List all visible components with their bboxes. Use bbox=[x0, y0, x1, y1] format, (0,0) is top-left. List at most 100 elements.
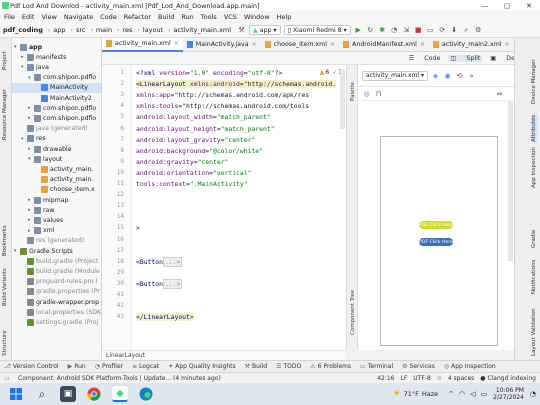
sync-icon[interactable]: ⟳ bbox=[438, 26, 447, 35]
editor-scrollbar[interactable] bbox=[340, 69, 345, 129]
code-line[interactable]: android:gravity="center" bbox=[136, 158, 228, 166]
menu-view[interactable]: View bbox=[41, 13, 56, 21]
windows-start-icon[interactable] bbox=[8, 386, 24, 402]
file-encoding[interactable]: UTF-8 bbox=[413, 375, 431, 382]
profile-icon[interactable]: ◔ bbox=[390, 26, 399, 35]
orientation-icon[interactable]: ⟲ bbox=[455, 71, 464, 80]
code-line[interactable]: <Button ...> bbox=[136, 256, 183, 267]
bottom-tool-todo[interactable]: ☰ TODO bbox=[276, 363, 301, 370]
tree-item[interactable]: ▸ raw bbox=[12, 205, 101, 215]
breadcrumb-project[interactable]: pdf_coding bbox=[3, 26, 43, 34]
chrome-icon[interactable] bbox=[86, 386, 102, 402]
more-icon[interactable]: » bbox=[467, 71, 476, 80]
line-ending[interactable]: LF bbox=[401, 375, 408, 382]
tree-item[interactable]: MainActivity2 bbox=[12, 93, 101, 103]
tree-item[interactable]: ▾ Gradle Scripts bbox=[12, 246, 101, 256]
code-line[interactable]: tools:context=".MainActivity" bbox=[136, 180, 248, 188]
menu-refactor[interactable]: Refactor bbox=[124, 13, 151, 21]
tree-item[interactable]: ▸ xml bbox=[12, 226, 101, 236]
editor-tab[interactable]: activity_main.xml × bbox=[102, 37, 183, 52]
breadcrumb-main[interactable]: main bbox=[96, 26, 112, 34]
close-tab-icon[interactable]: × bbox=[174, 40, 179, 47]
run-icon[interactable]: ▶ bbox=[354, 26, 363, 35]
bottom-tool-services[interactable]: ⚙ Services bbox=[402, 363, 435, 370]
clock[interactable]: 10:06 PM 2/27/2024 bbox=[493, 387, 524, 401]
bottom-tool-build[interactable]: ⚒ Build bbox=[245, 363, 267, 370]
code-line[interactable]: </LinearLayout> bbox=[136, 313, 194, 322]
status-message[interactable]: Component: Android SDK Platform-Tools | … bbox=[18, 375, 221, 382]
debug-icon[interactable]: ✱ bbox=[378, 26, 387, 35]
tree-item[interactable]: settings.gradle (Proj bbox=[12, 317, 101, 327]
blueprint-icon[interactable]: ◉ bbox=[443, 71, 452, 80]
code-editor[interactable]: 1 2 3 4 5 6 7 8 9 10 11 12 13 14 15 16 17 18 29 30 41 42 43 <?… bbox=[102, 65, 346, 350]
code-line[interactable]: android:layout_gravity="center" bbox=[136, 136, 255, 144]
code-line[interactable]: android:background="@color/white" bbox=[136, 147, 263, 155]
bottom-tool-terminal[interactable]: ▭ Terminal bbox=[360, 363, 393, 370]
tree-item[interactable]: ▸ drawable bbox=[12, 144, 101, 154]
android-studio-taskbar-icon[interactable]: ◆ bbox=[112, 386, 128, 402]
breadcrumb-file[interactable]: activity_main.xml bbox=[174, 26, 232, 34]
tree-item[interactable]: choose_item.x bbox=[12, 185, 101, 195]
close-tab-icon[interactable]: × bbox=[252, 41, 257, 48]
menu-vcs[interactable]: VCS bbox=[224, 13, 237, 21]
maximize-button[interactable]: ▢ bbox=[496, 2, 518, 10]
tree-item[interactable]: MainActivity bbox=[12, 82, 101, 93]
component-tree-tab[interactable]: Component Tree bbox=[350, 290, 356, 335]
app-inspection-tool-tab[interactable]: App Inspection bbox=[531, 147, 537, 188]
close-tab-icon[interactable]: × bbox=[420, 41, 425, 48]
build-variants-tool-tab[interactable]: Build Variants bbox=[2, 268, 8, 306]
tree-item[interactable]: proguard-rules.pro ( bbox=[12, 277, 101, 287]
weather-text[interactable]: Haze bbox=[422, 390, 438, 398]
tree-item[interactable]: activity_main. bbox=[12, 164, 101, 174]
breadcrumb-src[interactable]: src bbox=[76, 26, 86, 34]
device-select[interactable]: ▯ Xiaomi Redmi 8 ▾ bbox=[283, 25, 351, 35]
tree-item[interactable]: ▾ res bbox=[12, 134, 101, 144]
search-taskbar-icon[interactable]: ⌕ bbox=[34, 386, 50, 402]
sdk-manager-icon[interactable]: ⬇ bbox=[450, 26, 459, 35]
wifi-icon[interactable]: ◠ bbox=[459, 390, 465, 398]
layout-validation-tool-tab[interactable]: Layout Validation bbox=[531, 308, 537, 356]
attributes-tool-tab[interactable]: Attributes bbox=[531, 114, 537, 142]
notifications-tool-tab[interactable]: Notifications bbox=[531, 260, 537, 294]
bottom-tool-app-quality-insights[interactable]: ✦ App Quality Insights bbox=[168, 363, 235, 370]
close-tab-icon[interactable]: × bbox=[505, 41, 510, 48]
bookmarks-tool-tab[interactable]: Bookmarks bbox=[2, 225, 8, 256]
edge-icon[interactable] bbox=[138, 386, 154, 402]
settings-icon[interactable]: ⚙ bbox=[474, 26, 483, 35]
menu-navigate[interactable]: Navigate bbox=[64, 13, 93, 21]
editor-tab[interactable]: AndroidManifest.xml × bbox=[339, 38, 429, 52]
code-view-button[interactable]: ☰ Code bbox=[409, 55, 441, 62]
code-line[interactable]: android:layout_height="match_parent" bbox=[136, 125, 275, 133]
menu-tools[interactable]: Tools bbox=[201, 13, 217, 21]
code-line[interactable]: <Button ...> bbox=[136, 278, 183, 289]
tree-item[interactable]: local.properties (SDK bbox=[12, 307, 101, 317]
editor-tab[interactable]: activity_main2.xml × bbox=[429, 38, 514, 52]
menu-file[interactable]: File bbox=[4, 13, 15, 21]
bottom-tool-profiler[interactable]: ◔ Profiler bbox=[95, 363, 123, 370]
tree-item[interactable]: ▾ app bbox=[12, 42, 101, 52]
menu-build[interactable]: Build bbox=[158, 13, 174, 21]
design-scrollbar[interactable] bbox=[508, 101, 513, 261]
breadcrumb-res[interactable]: res bbox=[123, 26, 133, 34]
tree-item[interactable]: ▾ layout bbox=[12, 154, 101, 164]
eye-icon[interactable]: ◎ bbox=[362, 89, 371, 98]
gradle-tool-tab[interactable]: Gradle bbox=[531, 230, 537, 248]
menu-edit[interactable]: Edit bbox=[22, 13, 35, 21]
preview-button-2[interactable]: PDF Click Here bbox=[419, 238, 453, 246]
device-manager-tool-tab[interactable]: Device Manager bbox=[531, 59, 537, 104]
tree-item[interactable]: build.gradle (Project bbox=[12, 256, 101, 266]
device-manager-icon[interactable]: ▭ bbox=[426, 26, 435, 35]
tree-item[interactable]: ▸ mipmap bbox=[12, 195, 101, 205]
status-window-icon[interactable]: ▭ bbox=[4, 375, 18, 382]
battery-icon[interactable]: ▭ bbox=[481, 390, 488, 398]
code-line[interactable]: > bbox=[136, 224, 140, 232]
tree-item[interactable]: ▾ java bbox=[12, 62, 101, 72]
breadcrumb-layout[interactable]: layout bbox=[143, 26, 163, 34]
tree-item[interactable]: ▸ values bbox=[12, 215, 101, 225]
close-tab-icon[interactable]: × bbox=[330, 41, 335, 48]
palette-tab[interactable]: Palette bbox=[350, 82, 356, 101]
split-view-button[interactable]: ◫ Split bbox=[448, 54, 483, 62]
task-view-icon[interactable]: ▣ bbox=[60, 386, 76, 402]
weather-temp[interactable]: 71°F bbox=[404, 390, 419, 398]
menu-run[interactable]: Run bbox=[181, 13, 193, 21]
